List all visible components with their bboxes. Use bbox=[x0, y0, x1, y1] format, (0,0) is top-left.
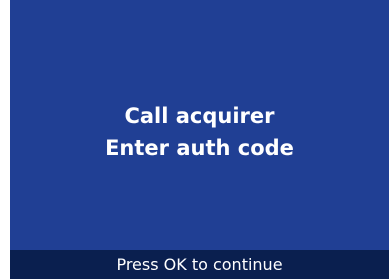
terminal-screen: Call acquirer Enter auth code Press OK t… bbox=[0, 0, 389, 279]
message-line-enter-auth-code: Enter auth code bbox=[105, 136, 294, 160]
message-line-call-acquirer: Call acquirer bbox=[124, 104, 275, 128]
footer-hint: Press OK to continue bbox=[10, 250, 389, 279]
prompt-message: Call acquirer Enter auth code bbox=[10, 100, 389, 164]
message-panel: Call acquirer Enter auth code bbox=[10, 0, 389, 250]
